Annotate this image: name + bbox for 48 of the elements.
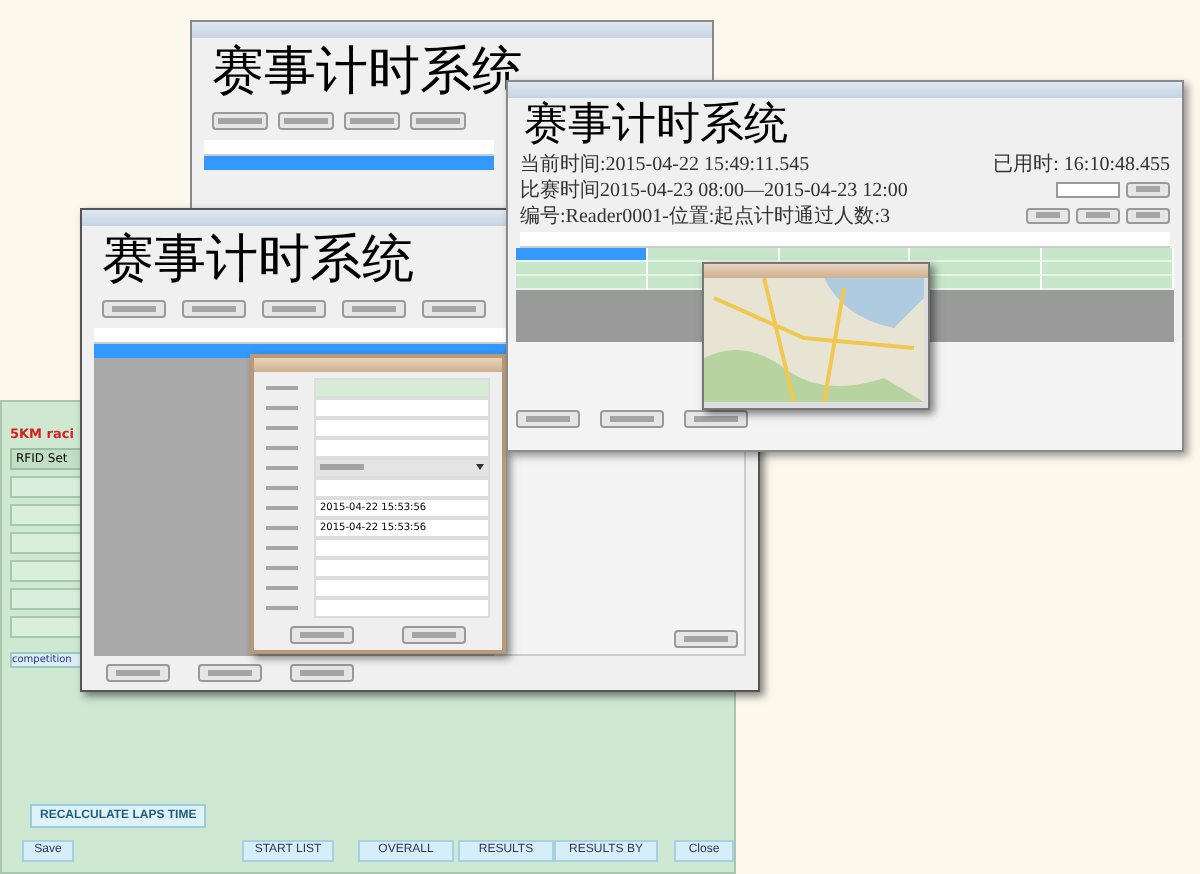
bottom-button[interactable] (106, 664, 170, 682)
grid-cell (10, 504, 82, 526)
reader-info: 编号:Reader0001-位置:起点计时通过人数:3 (520, 203, 890, 229)
toolbar-button[interactable] (278, 112, 334, 130)
input-field[interactable] (314, 397, 490, 417)
toolbar-button[interactable] (1026, 207, 1070, 223)
toolbar-button[interactable] (410, 112, 466, 130)
grid-cell (10, 476, 82, 498)
elapsed-time: 已用时: 16:10:48.455 (993, 151, 1170, 177)
toolbar-button[interactable] (1076, 207, 1120, 223)
window-title: 赛事计时系统 (100, 228, 416, 292)
toolbar-button[interactable] (262, 300, 326, 318)
input-field[interactable] (314, 437, 490, 457)
caret-icon (476, 464, 484, 470)
confirm-button[interactable] (674, 630, 738, 648)
toolbar-button[interactable] (1126, 181, 1170, 197)
ok-button[interactable] (290, 626, 354, 644)
bottom-button[interactable] (516, 410, 580, 428)
table-cell[interactable] (516, 248, 648, 262)
race-time: 比赛时间2015-04-23 08:00—2015-04-23 12:00 (520, 177, 908, 203)
bottom-button[interactable] (198, 664, 262, 682)
grid-cell (10, 560, 82, 582)
grid-cell (10, 532, 82, 554)
input-field[interactable] (314, 417, 490, 437)
toolbar-button[interactable] (182, 300, 246, 318)
input-field[interactable] (314, 477, 490, 497)
grid-cell (10, 588, 82, 610)
toolbar-button[interactable] (422, 300, 486, 318)
window-title: 赛事计时系统 (522, 98, 790, 150)
input-field[interactable] (314, 537, 490, 557)
input-field[interactable] (314, 557, 490, 577)
grid-cell (10, 616, 82, 638)
toolbar-button[interactable] (102, 300, 166, 318)
toolbar-button[interactable] (1126, 207, 1170, 223)
bottom-button[interactable] (600, 410, 664, 428)
input-field[interactable] (314, 577, 490, 597)
dropdown[interactable] (1056, 181, 1120, 197)
table-cell[interactable] (516, 262, 648, 276)
input-field[interactable] (314, 377, 490, 397)
cancel-button[interactable] (402, 626, 466, 644)
toolbar-button[interactable] (342, 300, 406, 318)
bottom-button[interactable] (290, 664, 354, 682)
bottom-button[interactable] (684, 410, 748, 428)
table-cell[interactable] (516, 276, 648, 290)
current-time: 当前时间:2015-04-22 15:49:11.545 (520, 151, 810, 177)
toolbar-button[interactable] (344, 112, 400, 130)
input-field[interactable] (314, 597, 490, 617)
toolbar-button[interactable] (212, 112, 268, 130)
